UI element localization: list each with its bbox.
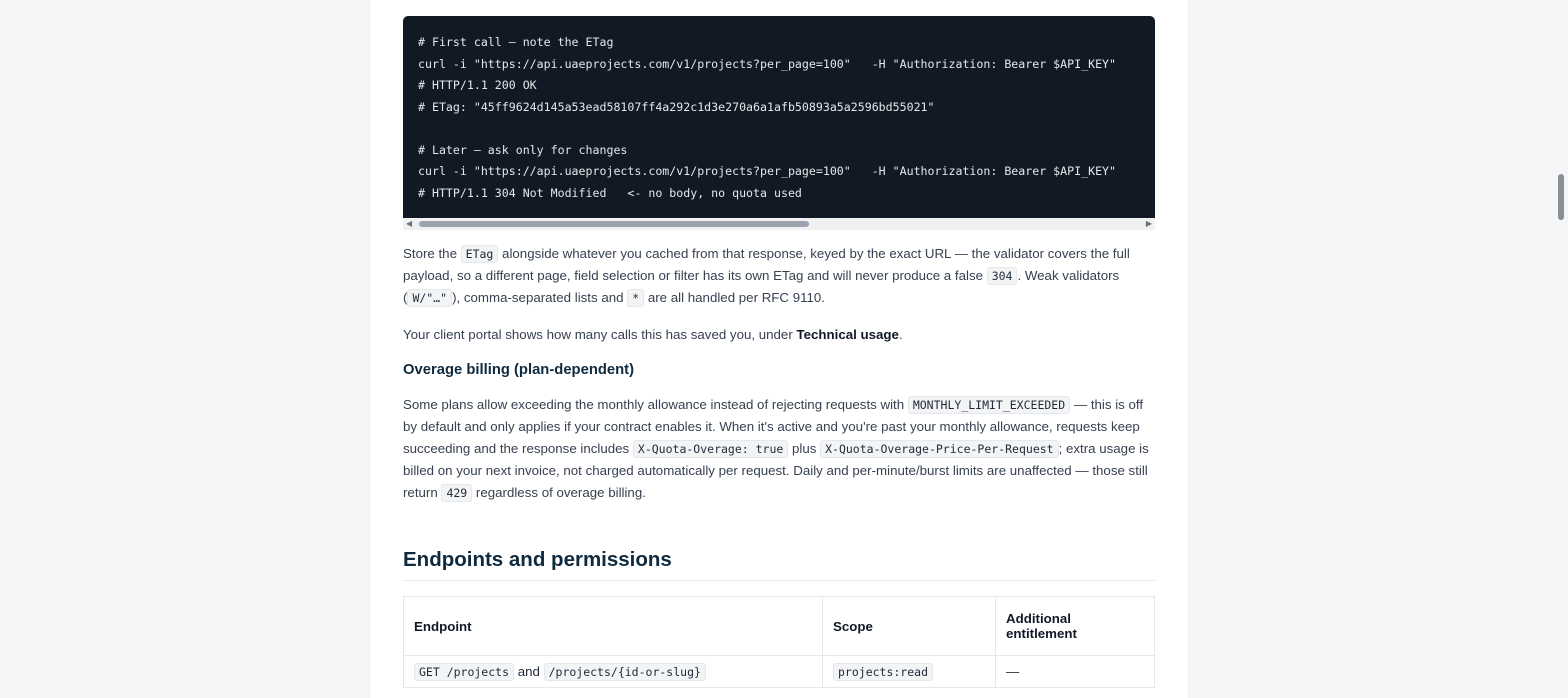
- portal-para-text-1: Your client portal shows how many calls …: [403, 327, 797, 342]
- code-scrollbar-thumb[interactable]: [419, 221, 809, 227]
- inline-code-429: 429: [441, 484, 473, 502]
- inline-code-scope: projects:read: [833, 663, 934, 681]
- code-block: # First call — note the ETag curl -i "ht…: [403, 16, 1155, 218]
- endpoints-permissions-heading: Endpoints and permissions: [403, 548, 1155, 581]
- portal-paragraph: Your client portal shows how many calls …: [403, 324, 1155, 346]
- portal-para-text-2: .: [898, 327, 903, 342]
- inline-code-endpoint-detail: /projects/{id-or-slug}: [543, 663, 706, 681]
- inline-code-quota-overage: X-Quota-Overage: true: [632, 440, 789, 458]
- page-scrollbar-thumb[interactable]: [1558, 174, 1564, 220]
- doc-page: # First call — note the ETag curl -i "ht…: [369, 0, 1189, 698]
- inline-code-endpoint-list: GET /projects: [414, 663, 515, 681]
- endpoint-cell: GET /projects and /projects/{id-or-slug}: [403, 655, 823, 688]
- overage-para-text-1: Some plans allow exceeding the monthly a…: [403, 397, 908, 412]
- etag-para-text-5: are all handled per RFC 9110.: [644, 290, 826, 305]
- scope-cell: projects:read: [822, 655, 996, 688]
- entitlement-cell: —: [995, 655, 1155, 688]
- page-vertical-scrollbar[interactable]: [1554, 0, 1568, 698]
- inline-code-monthly-limit: MONTHLY_LIMIT_EXCEEDED: [907, 396, 1071, 414]
- endpoints-table: Endpoint Scope Additional entitlement GE…: [403, 596, 1155, 688]
- col-header-endpoint: Endpoint: [403, 596, 823, 656]
- inline-code-etag: ETag: [460, 245, 499, 263]
- col-header-entitlement: Additional entitlement: [995, 596, 1155, 656]
- etag-paragraph: Store the ETag alongside whatever you ca…: [403, 243, 1155, 309]
- inline-code-star: *: [627, 289, 645, 307]
- col-header-scope: Scope: [822, 596, 996, 656]
- inline-code-304: 304: [986, 267, 1018, 285]
- table-header-row: Endpoint Scope Additional entitlement: [403, 596, 1155, 656]
- endpoint-and-text: and: [514, 664, 544, 679]
- scroll-left-arrow-icon[interactable]: ◀: [406, 220, 412, 228]
- overage-para-text-5: regardless of overage billing.: [472, 485, 646, 500]
- scroll-right-arrow-icon[interactable]: ▶: [1146, 220, 1152, 228]
- overage-para-text-3: plus: [788, 441, 821, 456]
- code-horizontal-scrollbar[interactable]: ◀ ▶: [403, 218, 1155, 230]
- code-block-text: # First call — note the ETag curl -i "ht…: [418, 35, 1117, 200]
- etag-para-text-4: ), comma-separated lists and: [452, 290, 628, 305]
- overage-billing-heading: Overage billing (plan-dependent): [403, 362, 635, 378]
- table-row: GET /projects and /projects/{id-or-slug}…: [403, 655, 1155, 688]
- overage-paragraph: Some plans allow exceeding the monthly a…: [403, 394, 1155, 504]
- etag-para-text-1: Store the: [403, 246, 461, 261]
- inline-code-overage-price: X-Quota-Overage-Price-Per-Request: [820, 440, 1059, 458]
- inline-code-weak-validator: W/"…": [407, 289, 453, 307]
- technical-usage-label: Technical usage: [796, 327, 899, 342]
